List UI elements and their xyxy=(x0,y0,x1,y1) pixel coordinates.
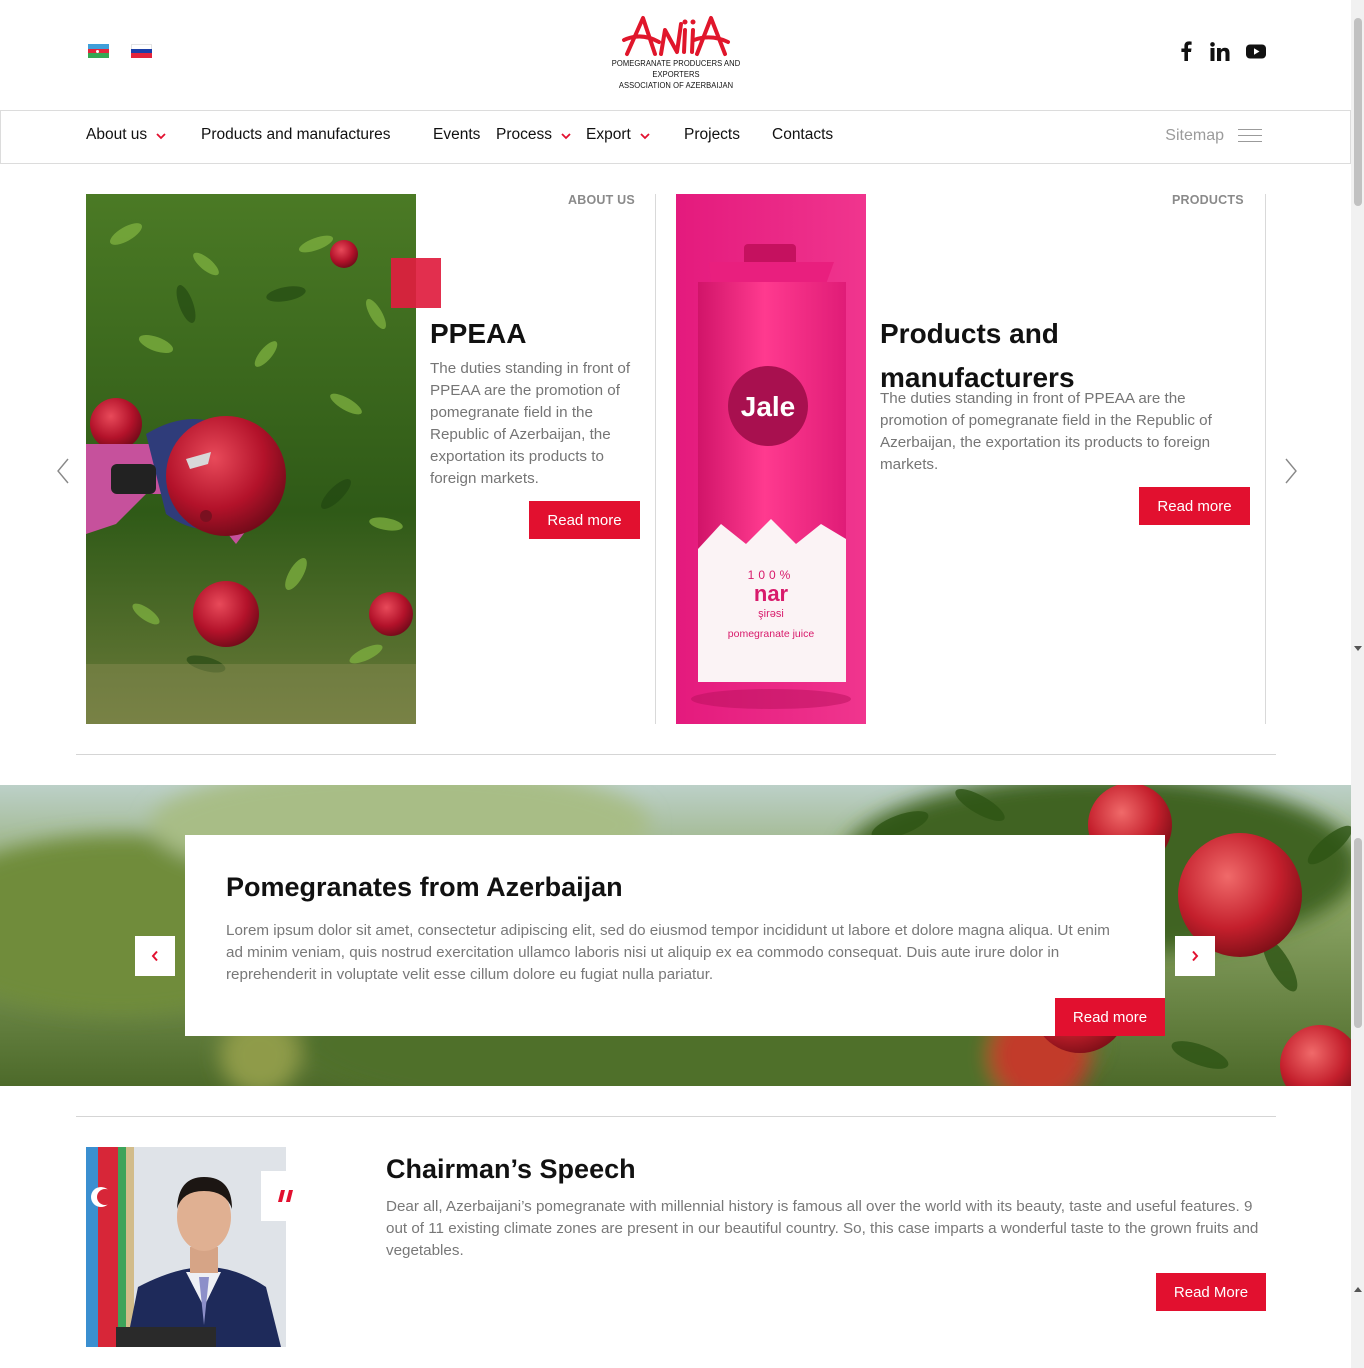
banner-text: Lorem ipsum dolor sit amet, consectetur … xyxy=(226,922,1110,983)
page-scrollbar[interactable] xyxy=(1351,0,1364,1368)
youtube-icon[interactable] xyxy=(1244,40,1268,62)
sitemap-button[interactable]: Sitemap xyxy=(1165,124,1262,147)
main-nav: About us Products and manufactures Event… xyxy=(0,110,1351,164)
card-divider xyxy=(1265,194,1266,724)
nav-item-products[interactable]: Products and manufactures xyxy=(201,126,391,144)
pomegranate-harvest-image xyxy=(86,194,416,724)
nav-item-about-us[interactable]: About us xyxy=(86,126,166,144)
chevron-down-icon xyxy=(640,132,650,139)
banner-next-button[interactable] xyxy=(1175,936,1215,976)
banner-title: Pomegranates from Azerbaijan xyxy=(226,872,623,902)
scroll-thumb[interactable] xyxy=(1354,838,1362,1028)
accent-square xyxy=(391,258,441,308)
hamburger-icon xyxy=(1238,124,1262,147)
card-category-products: PRODUCTS xyxy=(1172,193,1244,207)
nav-item-contacts[interactable]: Contacts xyxy=(772,126,833,144)
logo-text-line2: Association of Azerbaijan xyxy=(618,80,734,90)
banner-prev-button[interactable] xyxy=(135,936,175,976)
scroll-down-arrow-icon[interactable] xyxy=(1354,646,1362,651)
jale-juice-product-image: Jale 100% nar şirəsi pomegranate juice xyxy=(676,194,866,724)
card-title-products: Products and manufacturers xyxy=(880,318,1075,393)
sitemap-label: Sitemap xyxy=(1165,126,1224,144)
chairman-speech-text: Dear all, Azerbaijani’s pomegranate with… xyxy=(386,1198,1259,1259)
card-category-about-us: ABOUT US xyxy=(568,193,635,207)
jale-nar-text: nar xyxy=(754,581,789,606)
chevron-right-icon xyxy=(1192,950,1199,962)
flag-az-icon[interactable] xyxy=(88,44,109,58)
chairman-speech-title: Chairman’s Speech xyxy=(386,1154,636,1184)
section-divider xyxy=(76,1116,1276,1117)
chevron-left-icon xyxy=(151,950,158,962)
logo-mark-icon xyxy=(622,16,730,56)
header: Pomegranate Producers and Exporters Asso… xyxy=(0,0,1351,110)
nav-item-export[interactable]: Export xyxy=(586,126,650,144)
chevron-down-icon xyxy=(561,132,571,139)
nav-item-process[interactable]: Process xyxy=(496,126,571,144)
read-more-button-banner[interactable]: Read more xyxy=(1055,998,1165,1036)
quote-icon xyxy=(278,1190,293,1202)
jale-sirasi-text: şirəsi xyxy=(758,608,784,620)
card-text-products: The duties standing in front of PPEAA ar… xyxy=(880,390,1212,473)
read-more-button-chairman[interactable]: Read More xyxy=(1156,1273,1266,1311)
scroll-thumb-top[interactable] xyxy=(1354,18,1362,206)
flag-ru-icon[interactable] xyxy=(131,44,152,58)
section-divider xyxy=(76,754,1276,755)
jale-100-text: 100% xyxy=(748,568,795,582)
read-more-button-ppeaa[interactable]: Read more xyxy=(529,501,640,539)
chairman-photo xyxy=(86,1147,286,1347)
card-text-ppeaa: The duties standing in front of PPEAA ar… xyxy=(430,360,631,487)
card-title-ppeaa: PPEAA xyxy=(430,318,527,349)
card-divider xyxy=(655,194,656,724)
nav-item-projects[interactable]: Projects xyxy=(684,126,740,144)
chevron-down-icon xyxy=(156,132,166,139)
jale-juice-text: pomegranate juice xyxy=(728,628,815,640)
jale-brand-text: Jale xyxy=(741,391,796,422)
logo-text-line1: Pomegranate Producers and Exporters xyxy=(611,58,741,79)
facebook-icon[interactable] xyxy=(1176,40,1196,62)
carousel-next-arrow-icon[interactable] xyxy=(1283,457,1299,485)
read-more-button-products[interactable]: Read more xyxy=(1139,487,1250,525)
quote-badge xyxy=(261,1171,311,1221)
nav-item-events[interactable]: Events xyxy=(433,126,480,144)
scroll-up-arrow-icon[interactable] xyxy=(1354,1287,1362,1292)
linkedin-icon[interactable] xyxy=(1208,40,1232,62)
site-logo[interactable]: Pomegranate Producers and Exporters Asso… xyxy=(590,12,762,92)
carousel-prev-arrow-icon[interactable] xyxy=(55,457,71,485)
